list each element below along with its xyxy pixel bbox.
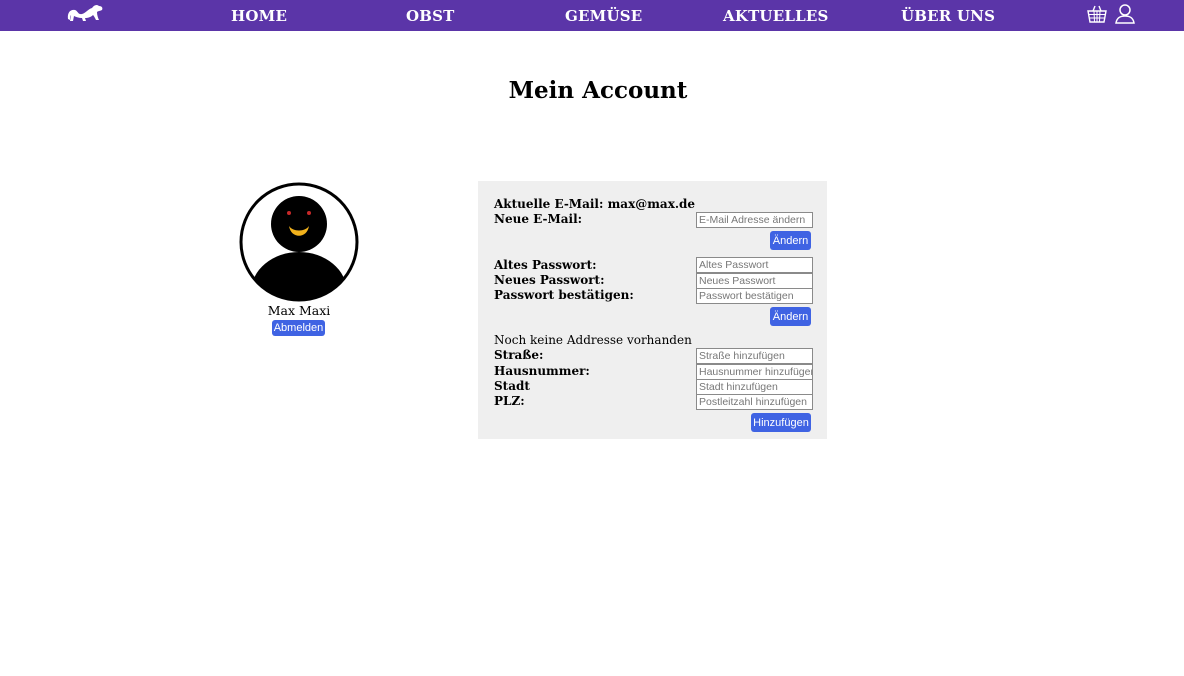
user-name: Max Maxi (267, 303, 331, 318)
new-password-label: Neues Passwort: (494, 273, 605, 287)
street-label: Straße: (494, 348, 544, 362)
nav-aktuelles[interactable]: AKTUELLES (723, 7, 829, 25)
city-label: Stadt (494, 379, 530, 393)
confirm-password-label: Passwort bestätigen: (494, 288, 634, 302)
new-email-field[interactable] (696, 212, 813, 228)
old-password-label: Altes Passwort: (494, 258, 597, 272)
top-nav: HOME OBST GEMÜSE AKTUELLES ÜBER UNS (0, 0, 1184, 31)
confirm-password-field[interactable] (696, 288, 813, 304)
page-title: Mein Account (508, 77, 688, 104)
user-icon[interactable] (1113, 2, 1137, 26)
avatar (239, 182, 359, 302)
change-password-button[interactable]: Ändern (770, 307, 811, 326)
current-email-row: Aktuelle E-Mail: max@max.de (494, 197, 695, 211)
new-password-field[interactable] (696, 273, 813, 289)
address-status-text: Noch keine Addresse vorhanden (494, 333, 692, 347)
zip-field[interactable] (696, 394, 813, 410)
logout-button[interactable]: Abmelden (272, 320, 325, 336)
nav-home[interactable]: HOME (231, 7, 287, 25)
zip-label: PLZ: (494, 394, 525, 408)
city-field[interactable] (696, 379, 813, 395)
street-field[interactable] (696, 348, 813, 364)
nav-obst[interactable]: OBST (406, 7, 455, 25)
nav-ueber-uns[interactable]: ÜBER UNS (901, 7, 995, 25)
old-password-field[interactable] (696, 257, 813, 273)
ferret-logo-icon[interactable] (64, 0, 106, 26)
house-number-field[interactable] (696, 364, 813, 380)
current-email-value: max@max.de (607, 197, 696, 211)
current-email-label: Aktuelle E-Mail: (494, 197, 604, 211)
change-email-button[interactable]: Ändern (770, 231, 811, 250)
nav-gemuese[interactable]: GEMÜSE (565, 7, 642, 25)
account-settings-panel: Aktuelle E-Mail: max@max.de Neue E-Mail:… (478, 181, 827, 439)
new-email-label: Neue E-Mail: (494, 212, 583, 226)
add-address-button[interactable]: Hinzufügen (751, 413, 811, 432)
basket-icon[interactable] (1085, 2, 1109, 26)
house-number-label: Hausnummer: (494, 364, 590, 378)
